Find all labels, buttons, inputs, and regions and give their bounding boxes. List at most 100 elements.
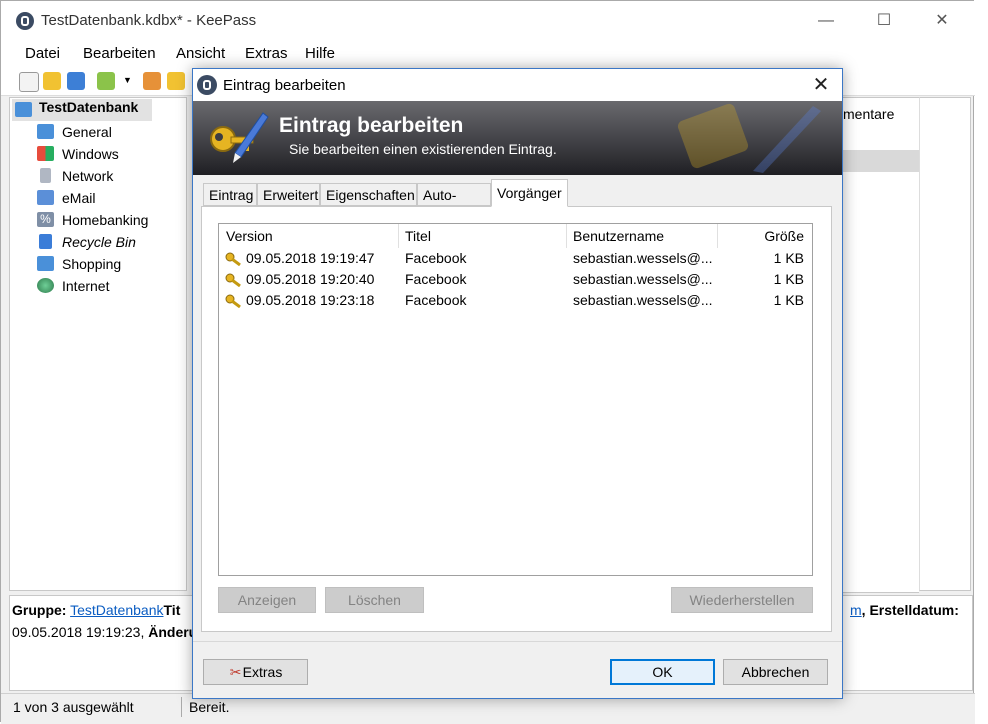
info-title-fragment: Tit [163, 602, 181, 618]
banner-subtitle: Sie bearbeiten einen existierenden Eintr… [289, 141, 557, 157]
tree-item-network[interactable]: Network [10, 165, 186, 187]
user-icon[interactable] [143, 72, 161, 90]
tree-item-label: Internet [62, 278, 110, 294]
percent-icon: % [37, 212, 54, 227]
email-pen-icon [37, 190, 54, 205]
menu-datei[interactable]: Datei [25, 45, 60, 62]
minimize-button[interactable]: — [803, 9, 849, 33]
banner-heading: Eintrag bearbeiten [279, 114, 464, 137]
dropdown-arrow-icon[interactable]: ▼ [123, 75, 132, 85]
close-button[interactable]: ✕ [919, 9, 965, 33]
menu-bearbeiten[interactable]: Bearbeiten [83, 45, 156, 62]
edit-entry-dialog: Eintrag bearbeiten ✕ Eintrag bearbeiten … [192, 68, 843, 699]
row-version: 09.05.2018 19:23:18 [246, 292, 375, 308]
maximize-button[interactable]: ☐ [861, 9, 907, 33]
extras-button-label: Extras [242, 664, 283, 680]
restore-button[interactable]: Wiederherstellen [671, 587, 813, 613]
tools-icon: ✂ [229, 664, 242, 680]
tree-item-shopping[interactable]: Shopping [10, 253, 186, 275]
info-modified-label: Änderu [148, 624, 198, 640]
info-line-1: Gruppe: TestDatenbankTit [12, 602, 180, 618]
tree-item-label: Network [62, 168, 114, 184]
tab-auto-type[interactable]: Auto-Type [417, 183, 491, 225]
row-size: 1 KB [773, 250, 804, 266]
key-pen-icon [210, 112, 269, 163]
cancel-button[interactable]: Abbrechen [723, 659, 828, 685]
status-divider [181, 697, 182, 717]
entry-list[interactable]: mentare [843, 97, 919, 593]
column-header-fragment[interactable]: mentare [843, 106, 894, 122]
tree-item-label: Shopping [62, 256, 122, 272]
history-list[interactable]: Version Titel Benutzername Größe 09.05.2… [218, 223, 813, 576]
tab-eintrag[interactable]: Eintrag [203, 183, 257, 206]
keepass-lock-icon [16, 12, 34, 30]
menu-ansicht[interactable]: Ansicht [176, 45, 225, 62]
tree-item-label: Homebanking [62, 212, 149, 228]
row-size: 1 KB [773, 271, 804, 287]
info-group-label: Gruppe: [12, 602, 67, 618]
row-version: 09.05.2018 19:19:47 [246, 250, 375, 266]
tree-item-homebanking[interactable]: % Homebanking [10, 209, 186, 231]
row-size: 1 KB [773, 292, 804, 308]
tab-vorgaenger[interactable]: Vorgänger [491, 179, 568, 207]
column-benutzername[interactable]: Benutzername [573, 228, 664, 244]
key-icon[interactable] [167, 72, 185, 90]
column-divider[interactable] [566, 224, 567, 248]
delete-button[interactable]: Löschen [325, 587, 424, 613]
column-divider[interactable] [398, 224, 399, 248]
list-scroll-area [919, 97, 971, 591]
tree-item-windows[interactable]: Windows [10, 143, 186, 165]
info-link-fragment[interactable]: m [850, 602, 862, 618]
windows-logo-icon [37, 146, 54, 161]
history-row[interactable]: 09.05.2018 19:23:18 Facebook sebastian.w… [219, 290, 812, 311]
tree-item-general[interactable]: General [10, 121, 186, 143]
tree-root-testdatenbank[interactable]: TestDatenbank [12, 99, 152, 121]
column-groesse[interactable]: Größe [764, 228, 804, 244]
tree-item-label: Windows [62, 146, 119, 162]
key-icon [225, 294, 241, 308]
column-titel[interactable]: Titel [405, 228, 431, 244]
history-row[interactable]: 09.05.2018 19:20:40 Facebook sebastian.w… [219, 269, 812, 290]
group-tree[interactable]: TestDatenbank General Windows Network eM… [9, 97, 187, 591]
tab-panel-vorgaenger: Version Titel Benutzername Größe 09.05.2… [201, 206, 832, 632]
tree-item-internet[interactable]: Internet [10, 275, 186, 297]
row-title: Facebook [405, 250, 467, 266]
info-line-1-right: m, Erstelldatum: [850, 602, 959, 618]
tree-item-label: eMail [62, 190, 96, 206]
tree-root-label: TestDatenbank [39, 99, 139, 115]
tab-erweitert[interactable]: Erweitert [257, 183, 320, 206]
dialog-close-button[interactable]: ✕ [803, 71, 839, 99]
menu-extras[interactable]: Extras [245, 45, 288, 62]
tree-item-label: General [62, 124, 112, 140]
history-row[interactable]: 09.05.2018 19:19:47 Facebook sebastian.w… [219, 248, 812, 269]
info-line-2: 09.05.2018 19:19:23, Änderu [12, 624, 197, 640]
view-button[interactable]: Anzeigen [218, 587, 316, 613]
key-icon [225, 273, 241, 287]
menu-hilfe[interactable]: Hilfe [305, 45, 335, 62]
ok-button[interactable]: OK [610, 659, 715, 685]
banner-background-key-icon [677, 103, 821, 173]
status-state: Bereit. [189, 699, 230, 715]
open-folder-icon[interactable] [43, 72, 61, 90]
info-created-date: 09.05.2018 19:19:23, [12, 624, 145, 640]
tab-eigenschaften[interactable]: Eigenschaften [320, 183, 417, 206]
dialog-title: Eintrag bearbeiten [223, 77, 346, 94]
save-icon[interactable] [67, 72, 85, 90]
folder-open-icon [15, 102, 32, 117]
extras-button[interactable]: ✂Extras [203, 659, 308, 685]
tree-item-email[interactable]: eMail [10, 187, 186, 209]
row-title: Facebook [405, 271, 467, 287]
column-divider[interactable] [717, 224, 718, 248]
info-created-label: , Erstelldatum: [861, 602, 959, 618]
row-username: sebastian.wessels@... [573, 250, 713, 266]
info-group-link[interactable]: TestDatenbank [70, 602, 163, 618]
footer-divider [193, 641, 842, 642]
window-title: TestDatenbank.kdbx* - KeePass [41, 12, 257, 29]
add-entry-icon[interactable] [97, 72, 115, 90]
new-database-icon[interactable] [19, 72, 39, 92]
selected-entry-row[interactable] [843, 150, 919, 172]
network-server-icon [40, 168, 51, 183]
tree-item-recycle-bin[interactable]: Recycle Bin [10, 231, 186, 253]
folder-icon [37, 124, 54, 139]
column-version[interactable]: Version [226, 228, 273, 244]
